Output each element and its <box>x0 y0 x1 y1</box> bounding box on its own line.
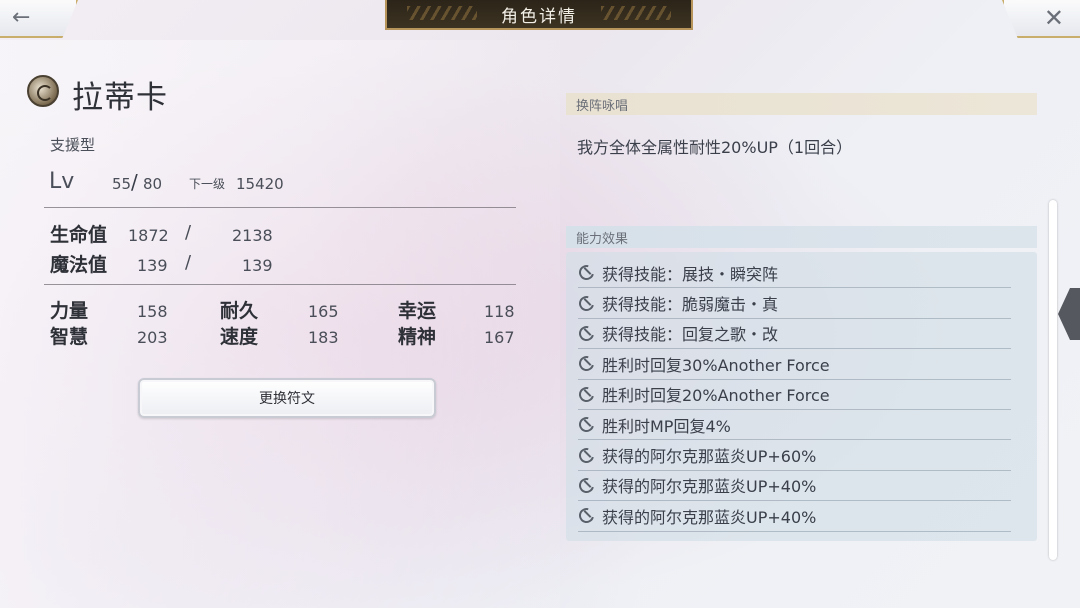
mp-max: 139 <box>242 256 273 275</box>
spirit-label: 精神 <box>398 326 437 348</box>
next-level-exp: 15420 <box>236 175 284 193</box>
support-type-icon <box>27 75 59 107</box>
ability-item: 获得的阿尔克那蓝炎UP+60% <box>578 440 1011 471</box>
ability-icon <box>578 295 595 312</box>
mp-slash: / <box>185 252 192 273</box>
luck-value: 118 <box>484 302 515 321</box>
hp-slash: / <box>185 222 192 243</box>
level-slash: / <box>131 170 138 194</box>
ability-icon <box>578 325 595 342</box>
speed-label: 速度 <box>220 326 259 348</box>
close-icon: ✕ <box>1043 4 1064 32</box>
banner-ornament-right <box>601 6 671 20</box>
intelligence-value: 203 <box>137 328 168 347</box>
ability-item: 获得技能：脆弱魔击・真 <box>578 288 1011 319</box>
scrollbar[interactable] <box>1049 200 1057 560</box>
swap-chant-header: 换阵咏唱 <box>566 93 1037 115</box>
level-label: Lv <box>49 169 75 194</box>
speed-value: 183 <box>308 328 339 347</box>
strength-value: 158 <box>137 302 168 321</box>
ability-icon <box>578 355 595 372</box>
hp-max: 2138 <box>232 226 273 245</box>
level-current: 55 <box>112 175 132 193</box>
hp-label: 生命值 <box>50 224 108 246</box>
side-tab-handle[interactable] <box>1058 288 1080 340</box>
title-banner: 角色详情 <box>385 0 693 30</box>
ability-item: 胜利时回复20%Another Force <box>578 380 1011 410</box>
hp-current: 1872 <box>128 226 169 245</box>
divider <box>44 284 516 285</box>
ability-icon <box>578 447 595 464</box>
page-title: 角色详情 <box>501 6 577 27</box>
ability-icon <box>578 507 595 524</box>
ability-item: 获得技能：展技・瞬突阵 <box>578 258 1011 289</box>
level-max: 80 <box>143 175 163 193</box>
strength-label: 力量 <box>50 300 89 322</box>
swap-chant-text: 我方全体全属性耐性20%UP（1回合） <box>577 138 853 157</box>
ability-icon <box>578 416 595 433</box>
ability-list: 获得技能：展技・瞬突阵 获得技能：脆弱魔击・真 获得技能：回复之歌・改 胜利时回… <box>566 252 1037 541</box>
ability-item: 胜利时MP回复4% <box>578 410 1011 441</box>
close-button[interactable]: ✕ <box>1002 0 1080 38</box>
next-level-label: 下一级 <box>189 177 226 191</box>
ability-icon <box>578 264 595 281</box>
ability-effects-header: 能力效果 <box>566 226 1037 248</box>
back-button[interactable]: ← <box>0 0 78 38</box>
change-rune-button[interactable]: 更换符文 <box>138 378 436 418</box>
ability-item: 获得技能：回复之歌・改 <box>578 319 1011 350</box>
mp-current: 139 <box>137 256 168 275</box>
endurance-value: 165 <box>308 302 339 321</box>
back-arrow-icon: ← <box>12 5 31 30</box>
mp-label: 魔法值 <box>50 254 108 276</box>
banner-ornament-left <box>407 6 477 20</box>
ability-item: 获得的阿尔克那蓝炎UP+40% <box>578 501 1011 532</box>
ability-icon <box>578 477 595 494</box>
intelligence-label: 智慧 <box>50 326 89 348</box>
luck-label: 幸运 <box>398 300 437 322</box>
spirit-value: 167 <box>484 328 515 347</box>
character-name: 拉蒂卡 <box>72 80 168 116</box>
ability-icon <box>578 386 595 403</box>
ability-item: 胜利时回复30%Another Force <box>578 349 1011 380</box>
divider <box>44 207 516 208</box>
endurance-label: 耐久 <box>220 300 259 322</box>
ability-item: 获得的阿尔克那蓝炎UP+40% <box>578 471 1011 502</box>
character-type: 支援型 <box>50 136 96 154</box>
